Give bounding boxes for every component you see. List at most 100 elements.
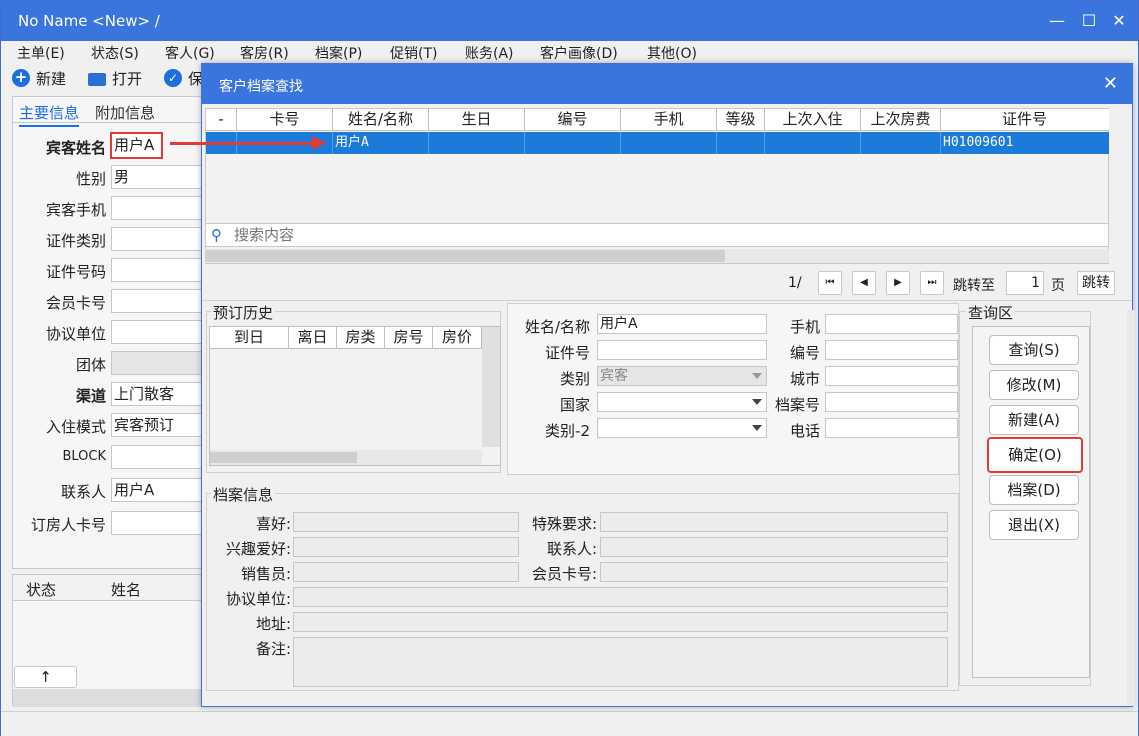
dialog-right-scrollbar[interactable] (1127, 310, 1135, 706)
booking-history-group: 预订历史 到日 离日 房类 房号 房价 (206, 302, 501, 473)
mobile-label: 手机 (789, 318, 820, 336)
col-id-no[interactable]: 证件号 (941, 109, 1108, 131)
info-tabs: 主要信息 附加信息 (13, 97, 208, 127)
next-page-icon[interactable]: ▶ (886, 271, 910, 295)
col-card-no[interactable]: 卡号 (237, 109, 333, 131)
col-mobile[interactable]: 手机 (621, 109, 717, 131)
search-input[interactable] (234, 226, 1094, 244)
col-last-stay[interactable]: 上次入住 (765, 109, 861, 131)
channel-label: 渠道 (75, 387, 106, 405)
open-label: 打开 (112, 69, 143, 88)
menu-main[interactable]: 主单(E) (17, 43, 65, 63)
prev-page-icon[interactable]: ◀ (852, 271, 876, 295)
column-name: 姓名 (111, 581, 142, 599)
agreement-company-field[interactable] (111, 320, 208, 344)
move-up-button[interactable]: ↑ (14, 666, 77, 688)
sales-field (293, 562, 519, 582)
menu-other[interactable]: 其他(O) (647, 43, 697, 63)
search-icon: ⚲ (211, 226, 222, 244)
channel-field[interactable]: 上门散客 (111, 382, 208, 406)
dialog-close-icon[interactable]: ✕ (1103, 73, 1118, 94)
jump-button[interactable]: 跳转 (1077, 271, 1115, 295)
customer-profile-search-dialog: 客户档案查找 ✕ - 卡号 姓名/名称 生日 编号 手机 等级 上次入住 上次房… (201, 63, 1135, 707)
col-code[interactable]: 编号 (525, 109, 621, 131)
id-no-label: 证件号 (544, 344, 590, 362)
interest-field (293, 537, 519, 557)
menu-profile[interactable]: 档案(P) (315, 43, 362, 63)
menu-accounts[interactable]: 账务(A) (465, 43, 514, 63)
guest-info-panel: 主要信息 附加信息 宾客姓名 用户A 性别 男 宾客手机 证件类别 证件号码 会… (12, 96, 208, 569)
tab-main-info[interactable]: 主要信息 (19, 102, 80, 127)
minimize-button[interactable]: — (1045, 9, 1069, 33)
annotation-arrow-head (312, 136, 326, 150)
remark-label: 备注: (255, 640, 291, 658)
contact-label: 联系人 (60, 483, 106, 501)
block-field[interactable] (111, 445, 208, 469)
name-input[interactable]: 用户A (597, 314, 767, 334)
confirm-button[interactable]: 确定(O) (987, 437, 1083, 473)
col-room-type: 房类 (337, 327, 385, 349)
id-no-input[interactable] (597, 340, 767, 360)
modify-button[interactable]: 修改(M) (989, 370, 1079, 400)
close-button[interactable]: ✕ (1107, 9, 1131, 33)
guest-mobile-field[interactable] (111, 196, 208, 220)
channel-row: 渠道 上门散客 (13, 382, 208, 406)
history-horizontal-scrollbar[interactable] (210, 450, 482, 465)
exit-button[interactable]: 退出(X) (989, 510, 1079, 540)
city-input[interactable] (825, 366, 958, 386)
col-room-rate: 房价 (433, 327, 482, 349)
query-area-group: 查询区 查询(S) 修改(M) 新建(A) 确定(O) 档案(D) 退出(X) (959, 302, 1091, 686)
maximize-button[interactable]: ☐ (1077, 9, 1101, 33)
grid-horizontal-scrollbar[interactable] (205, 249, 1109, 263)
query-form: 姓名/名称 用户A 证件号 类别 宾客 国家 类别-2 手机 编号 城市 档案号… (507, 303, 959, 475)
page-number-input[interactable]: 1 (1006, 271, 1044, 295)
contact-field[interactable]: 用户A (111, 478, 208, 502)
type2-select[interactable] (597, 418, 767, 438)
id-number-field[interactable] (111, 258, 208, 282)
tab-extra-info[interactable]: 附加信息 (95, 102, 155, 123)
phone-input[interactable] (825, 418, 958, 438)
guest-name-row: 宾客姓名 用户A (13, 132, 208, 159)
country-select[interactable] (597, 392, 767, 412)
menu-promotion[interactable]: 促销(T) (390, 43, 437, 63)
horizontal-scrollbar[interactable] (13, 689, 208, 707)
block-label: BLOCK (62, 449, 106, 464)
menu-guest[interactable]: 客人(G) (165, 43, 215, 63)
first-page-icon[interactable]: ⏮ (818, 271, 842, 295)
col-name[interactable]: 姓名/名称 (333, 109, 429, 131)
profile-button[interactable]: 档案(D) (989, 475, 1079, 505)
last-page-icon[interactable]: ⏭ (920, 271, 944, 295)
profile-contact-field (600, 537, 948, 557)
profile-company-field (293, 587, 948, 607)
query-area-buttons: 查询(S) 修改(M) 新建(A) 确定(O) 档案(D) 退出(X) (972, 326, 1090, 678)
col-level[interactable]: 等级 (717, 109, 765, 131)
save-button[interactable]: ✓ 保 (164, 67, 203, 89)
cell-last-rate (861, 132, 941, 154)
check-icon: ✓ (164, 69, 182, 87)
menu-customer-portrait[interactable]: 客户画像(D) (540, 43, 618, 63)
menu-room[interactable]: 客房(R) (240, 43, 289, 63)
profile-no-input[interactable] (825, 392, 958, 412)
scrollbar-thumb[interactable] (205, 250, 725, 262)
new-button[interactable]: + 新建 (12, 67, 66, 89)
booker-card-field[interactable] (111, 511, 208, 535)
history-vertical-scrollbar[interactable] (482, 327, 500, 447)
open-button[interactable]: 打开 (88, 67, 142, 89)
member-card-field[interactable] (111, 289, 208, 313)
col-last-rate[interactable]: 上次房费 (861, 109, 941, 131)
scrollbar-thumb[interactable] (210, 452, 357, 463)
id-type-field[interactable] (111, 227, 208, 251)
checkin-mode-field[interactable]: 宾客预订 (111, 413, 208, 437)
guest-name-field[interactable]: 用户A (110, 132, 163, 159)
col-birthday[interactable]: 生日 (429, 109, 525, 131)
code-input[interactable] (825, 340, 958, 360)
special-request-label: 特殊要求: (531, 515, 597, 533)
gender-label: 性别 (75, 170, 106, 188)
mobile-input[interactable] (825, 314, 958, 334)
table-row[interactable]: 用户A H01009601 (206, 132, 1110, 154)
menu-status[interactable]: 状态(S) (91, 43, 139, 63)
gender-field[interactable]: 男 (111, 165, 208, 189)
id-type-row: 证件类别 (13, 227, 208, 251)
new-profile-button[interactable]: 新建(A) (989, 405, 1079, 435)
query-button[interactable]: 查询(S) (989, 335, 1079, 365)
